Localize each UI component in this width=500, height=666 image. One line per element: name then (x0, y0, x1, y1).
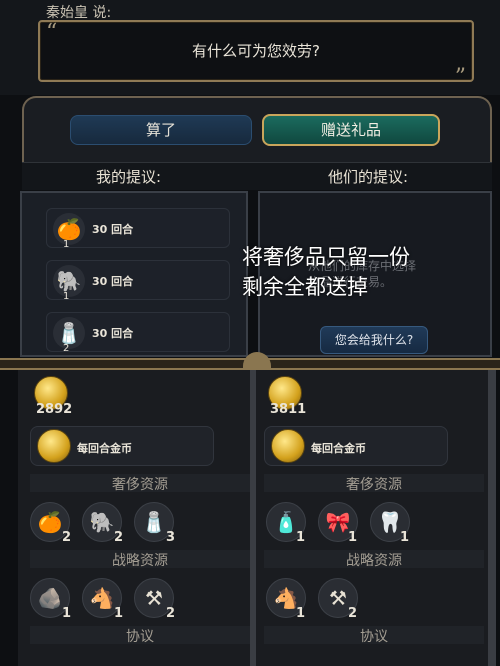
offer-duration: 30 回合 (92, 275, 134, 288)
luxury-title: 奢侈资源 (112, 477, 168, 493)
item-count: 2 (166, 606, 176, 621)
strategic-title: 战略资源 (112, 553, 168, 569)
gold-coin-icon (271, 429, 305, 463)
gold-per-turn-label: 每回合金币 (77, 442, 132, 455)
gold-per-turn-button[interactable]: 每回合金币 (30, 426, 214, 466)
ask-what-button[interactable]: 您会给我什么? (320, 326, 428, 354)
overlay-line: 剩余全都送掉 (242, 275, 368, 299)
item-count: 1 (296, 606, 306, 621)
their-inventory-scrollbar[interactable] (488, 370, 496, 666)
gift-button[interactable]: 赠送礼品 (262, 114, 440, 146)
item-count: 1 (62, 606, 72, 621)
offer-duration: 30 回合 (92, 327, 134, 340)
my-offer-title: 我的提议: (96, 168, 162, 186)
item-count: 1 (114, 606, 124, 621)
gold-per-turn-button[interactable]: 每回合金币 (264, 426, 448, 466)
item-count: 1 (296, 530, 306, 545)
overlay-line: 将奢侈品只留一份 (242, 245, 410, 269)
their-offer-title: 他们的提议: (328, 168, 409, 186)
item-count: 2 (114, 530, 124, 545)
quote-close-icon: ” (454, 65, 466, 90)
offer-item[interactable]: 🍊 30 回合 1 (46, 208, 230, 250)
item-count: 3 (166, 530, 176, 545)
cancel-button[interactable]: 算了 (70, 115, 252, 145)
gold-amount: 2892 (36, 402, 73, 417)
gold-per-turn-label: 每回合金币 (311, 442, 366, 455)
gold-amount: 3811 (270, 402, 307, 417)
item-count: 1 (400, 530, 410, 545)
offer-duration: 30 回合 (92, 223, 134, 236)
item-count: 2 (348, 606, 358, 621)
agreements-title: 协议 (126, 629, 154, 645)
agreements-title: 协议 (360, 629, 388, 645)
speech-box: “ 有什么可为您效劳? ” (38, 20, 474, 90)
item-count: 1 (348, 530, 358, 545)
offer-count: 1 (63, 291, 70, 302)
offer-count: 2 (63, 343, 70, 354)
strategic-title: 战略资源 (346, 553, 402, 569)
overlay-caption: 将奢侈品只留一份 剩余全都送掉 (242, 242, 410, 302)
item-count: 2 (62, 530, 72, 545)
offer-header-row (22, 162, 492, 190)
offer-item[interactable]: 🐘 30 回合 1 (46, 260, 230, 302)
offer-count: 1 (63, 239, 70, 250)
luxury-title: 奢侈资源 (346, 477, 402, 493)
speaker-name: 秦始皇 说: (46, 5, 112, 21)
gold-coin-icon (37, 429, 71, 463)
offer-item[interactable]: 🧂 30 回合 2 (46, 312, 230, 354)
speech-text: 有什么可为您效劳? (192, 42, 320, 60)
